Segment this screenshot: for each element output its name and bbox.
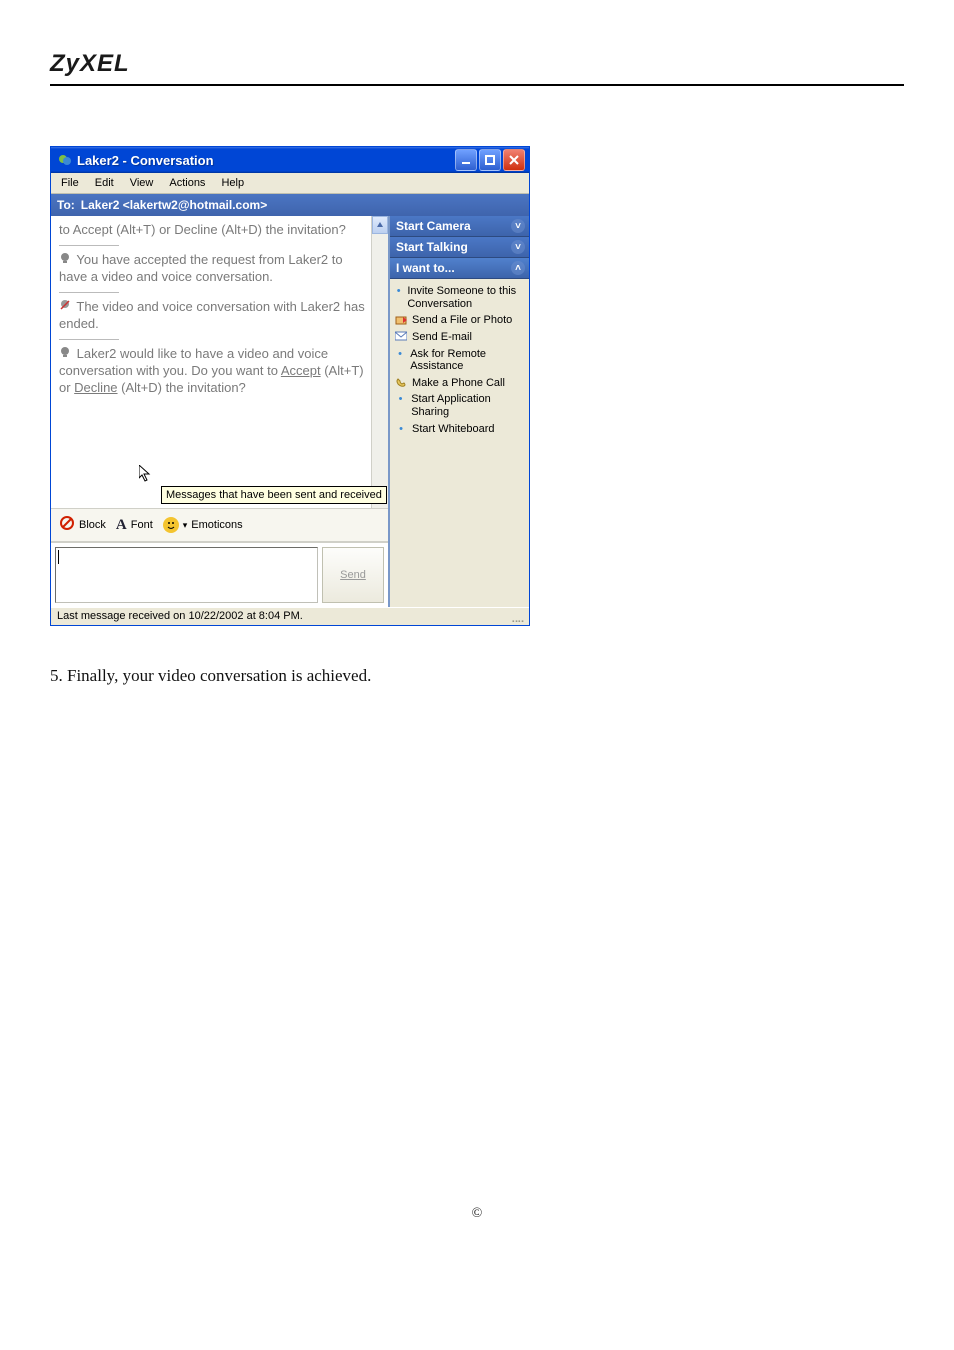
action-remote-assist[interactable]: • Ask for Remote Assistance [392,346,527,375]
separator [59,339,119,340]
menu-view[interactable]: View [124,175,160,191]
decline-link[interactable]: Decline [74,380,117,395]
message-input[interactable] [55,547,318,603]
chevron-down-icon: ˅ [511,240,525,254]
window-title: Laker2 - Conversation [77,153,455,168]
menubar: File Edit View Actions Help [51,173,529,194]
action-label: Start Application Sharing [411,393,525,418]
conversation-pane: to Accept (Alt+T) or Decline (Alt+D) the… [51,216,388,508]
block-icon [59,515,75,535]
action-label: Ask for Remote Assistance [410,348,525,373]
action-app-sharing[interactable]: • Start Application Sharing [392,391,527,420]
to-label: To: [57,198,75,212]
page-header: ZyXEL [50,50,904,86]
chevron-up-icon: ˄ [511,261,525,275]
convo-line: to Accept (Alt+T) or Decline (Alt+D) the… [59,222,366,239]
dropdown-icon: ▾ [183,520,188,531]
action-label: Make a Phone Call [412,377,505,390]
maximize-button[interactable] [479,149,501,171]
to-bar: To: Laker2 <lakertw2@hotmail.com> [51,194,529,216]
msn-window: Laker2 - Conversation File Edit View Act… [50,146,530,626]
convo-line: You have accepted the request from Laker… [59,252,366,286]
caption-text: 5. Finally, your video conversation is a… [50,666,904,686]
bullet-icon: • [394,423,408,436]
convo-line: The video and voice conversation with La… [59,299,366,333]
file-icon [394,314,408,326]
start-camera-header[interactable]: Start Camera ˅ [390,216,529,237]
status-text: Last message received on 10/22/2002 at 8… [57,610,303,623]
action-list: • Invite Someone to this Conversation Se… [390,279,529,441]
menu-actions[interactable]: Actions [163,175,211,191]
start-camera-label: Start Camera [396,219,471,233]
cursor-icon [139,465,153,490]
action-whiteboard[interactable]: • Start Whiteboard [392,421,527,438]
action-label: Invite Someone to this Conversation [407,285,525,310]
resize-gripper-icon[interactable]: ⣀⣀ [511,610,523,623]
i-want-to-label: I want to... [396,261,455,275]
chevron-down-icon: ˅ [511,219,525,233]
action-invite[interactable]: • Invite Someone to this Conversation [392,283,527,312]
font-icon: A [116,517,127,534]
font-label: Font [131,519,153,531]
convo-text: (Alt+D) the invitation? [118,380,246,395]
app-icon [57,152,73,168]
action-send-email[interactable]: Send E-mail [392,329,527,346]
block-label: Block [79,519,106,531]
bullet-icon: • [394,393,407,406]
action-label: Send E-mail [412,331,472,344]
action-label: Start Whiteboard [412,423,495,436]
font-button[interactable]: A Font [116,517,153,534]
mail-icon [394,331,408,341]
menu-help[interactable]: Help [215,175,250,191]
menu-file[interactable]: File [55,175,85,191]
webcam-icon [59,252,73,269]
start-talking-label: Start Talking [396,240,468,254]
i-want-to-header[interactable]: I want to... ˄ [390,258,529,279]
tooltip: Messages that have been sent and receive… [161,486,387,504]
side-panel: Start Camera ˅ Start Talking ˅ I want to… [390,216,529,607]
page-footer: © [50,1206,904,1222]
bullet-icon: • [394,348,406,361]
send-label: Send [340,569,366,581]
phone-icon [394,377,408,389]
send-button[interactable]: Send [322,547,384,603]
action-label: Send a File or Photo [412,314,512,327]
separator [59,292,119,293]
format-toolbar: Block A Font ▾ Emoticons [51,508,388,542]
to-value: Laker2 <lakertw2@hotmail.com> [81,198,267,212]
titlebar[interactable]: Laker2 - Conversation [51,147,529,173]
scroll-up-icon[interactable] [372,216,388,234]
separator [59,245,119,246]
emoticons-label: Emoticons [191,519,242,531]
webcam-request-icon [59,346,73,363]
convo-text: The video and voice conversation with La… [59,299,365,331]
accept-link[interactable]: Accept [281,363,321,378]
start-talking-header[interactable]: Start Talking ˅ [390,237,529,258]
webcam-off-icon [59,299,73,316]
convo-text: You have accepted the request from Laker… [59,252,343,284]
action-send-file[interactable]: Send a File or Photo [392,312,527,329]
action-phone-call[interactable]: Make a Phone Call [392,375,527,392]
bullet-icon: • [394,285,403,298]
menu-edit[interactable]: Edit [89,175,120,191]
convo-line: Laker2 would like to have a video and vo… [59,346,366,397]
scrollbar[interactable] [371,216,388,508]
block-button[interactable]: Block [59,515,106,535]
minimize-button[interactable] [455,149,477,171]
statusbar: Last message received on 10/22/2002 at 8… [51,607,529,625]
emoticons-button[interactable]: ▾ Emoticons [163,517,243,533]
smile-icon [163,517,179,533]
close-button[interactable] [503,149,525,171]
